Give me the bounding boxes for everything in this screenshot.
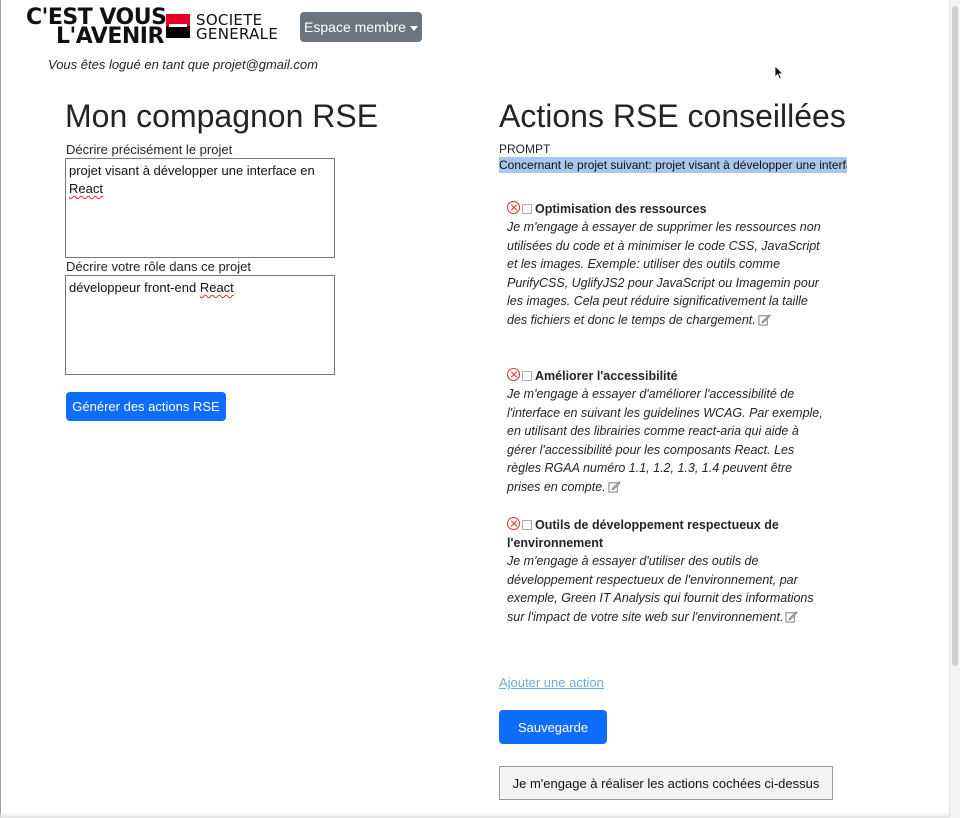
project-description-value: projet visant à développer une interface… (69, 163, 315, 196)
window-edge (0, 0, 1, 818)
action-description: Je m'engage à essayer d'améliorer l'acce… (507, 387, 823, 494)
actions-title: Actions RSE conseillées (499, 98, 846, 134)
action-description: Je m'engage à essayer de supprimer les r… (507, 220, 821, 327)
role-label: Décrire votre rôle dans ce projet (66, 259, 251, 274)
scrollbar-thumb[interactable] (952, 6, 958, 666)
x-circle-icon[interactable] (507, 368, 520, 381)
brand-name: SOCIETE GENERALE (196, 13, 279, 43)
prompt-label: PROMPT (499, 142, 551, 156)
brand-line-2: GENERALE (196, 25, 279, 43)
mouse-cursor-icon (774, 65, 784, 80)
role-description-value: développeur front-end React (69, 280, 234, 295)
logged-in-text: Vous êtes logué en tant que projet@gmail… (48, 57, 318, 72)
commit-actions-button[interactable]: Je m'engage à réaliser les actions coché… (499, 766, 833, 800)
action-title: Améliorer l'accessibilité (535, 369, 678, 383)
edit-icon[interactable] (608, 480, 621, 493)
action-title: Optimisation des ressources (535, 202, 707, 216)
action-title: Outils de développement respectueux de l… (507, 518, 779, 550)
page-title: Mon compagnon RSE (65, 98, 379, 134)
action-item: Outils de développement respectueux de l… (507, 516, 823, 626)
edit-icon[interactable] (785, 610, 799, 623)
x-circle-icon[interactable] (507, 517, 520, 530)
member-space-dropdown[interactable]: Espace membre (300, 12, 422, 42)
x-circle-icon[interactable] (507, 201, 520, 214)
save-button[interactable]: Sauvegarde (499, 710, 607, 744)
add-action-link[interactable]: Ajouter une action (499, 675, 604, 690)
scrollbar[interactable] (949, 0, 960, 818)
checkbox-icon[interactable] (522, 204, 532, 214)
societe-generale-logo-icon (166, 14, 190, 38)
action-item: Optimisation des ressources Je m'engage … (507, 200, 823, 330)
action-description: Je m'engage à essayer d'utiliser des out… (507, 554, 814, 624)
action-item: Améliorer l'accessibilité Je m'engage à … (507, 367, 823, 497)
member-space-label: Espace membre (304, 19, 406, 35)
edit-icon[interactable] (758, 313, 771, 326)
prompt-text[interactable]: Concernant le projet suivant: projet vis… (499, 157, 847, 173)
bottom-shadow (0, 812, 950, 818)
generate-actions-button[interactable]: Générer des actions RSE (66, 392, 226, 421)
checkbox-icon[interactable] (522, 371, 532, 381)
slogan-logo: C'EST VOUS L'AVENIR (26, 7, 167, 48)
project-label: Décrire précisément le projet (66, 142, 233, 157)
caret-down-icon (409, 25, 418, 31)
checkbox-icon[interactable] (522, 520, 532, 530)
